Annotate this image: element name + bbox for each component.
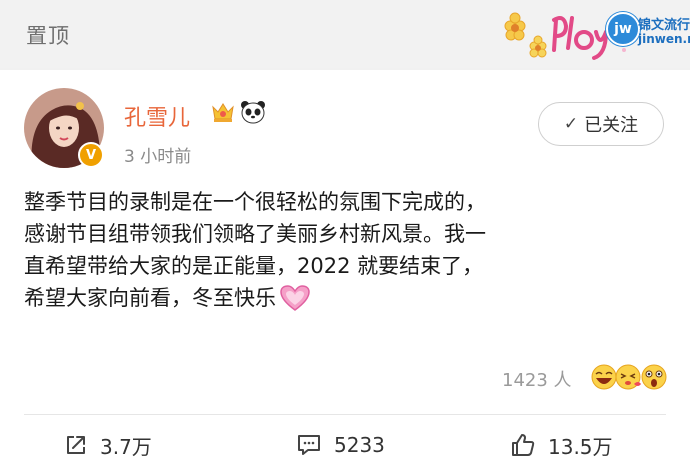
post-body-line: 整季节目的录制是在一个很轻松的氛围下完成的， [24, 190, 486, 214]
reaction-emojis[interactable] [590, 362, 670, 392]
reaction-count[interactable]: 1423 人 [502, 366, 572, 392]
post-body-line-text: 希望大家向前看，冬至快乐 [24, 286, 276, 310]
post-body-line: 感谢节目组带领我们领略了美丽乡村新风景。我一 [24, 222, 486, 246]
laugh-emoji [591, 364, 617, 390]
post-body-line-last: 希望大家向前看，冬至快乐 [24, 282, 668, 314]
panda-icon [241, 101, 265, 124]
post-body: 整季节目的录制是在一个很轻松的氛围下完成的， 感谢节目组带领我们领略了美丽乡村新… [24, 186, 668, 314]
post-body-line: 直希望带给大家的是正能量，2022 就要结束了， [24, 254, 484, 278]
post-time: 3 小时前 [124, 147, 192, 167]
watermark-site-name: 锦文流行语 [638, 18, 690, 33]
watermark: jw 锦文流行语 jinwen.net [606, 12, 690, 52]
comment-button[interactable]: 5233 [296, 430, 385, 460]
thumbs-up-icon [512, 434, 535, 456]
kiss-emoji [615, 364, 641, 390]
like-button[interactable]: 13.5万 [510, 430, 613, 460]
divider [24, 414, 666, 415]
post-card: V 孔雪儿 3 小时前 ✓ 已关注 整季节目的录制是在一个很轻松的氛围下完成的，… [0, 70, 690, 472]
comment-icon [298, 435, 320, 455]
heart-emoji [280, 285, 310, 311]
verified-badge-icon: V [78, 142, 104, 168]
follow-button-label: 已关注 [584, 115, 639, 136]
watermark-logo: jw [606, 12, 640, 46]
crown-icon [212, 103, 234, 122]
top-bar: 置顶 jw 锦文流行语 jinwen.net [0, 0, 690, 68]
comment-count: 5233 [334, 433, 385, 457]
author-name[interactable]: 孔雪儿 [124, 100, 190, 132]
like-count: 13.5万 [548, 434, 613, 459]
pinned-label: 置顶 [26, 24, 70, 48]
check-icon: ✓ [563, 114, 579, 134]
surprise-emoji [641, 364, 667, 390]
repost-button[interactable]: 3.7万 [64, 430, 152, 460]
share-icon [67, 436, 85, 454]
watermark-site-url: jinwen.net [638, 32, 690, 46]
follow-button[interactable]: ✓ 已关注 [538, 102, 664, 146]
repost-count: 3.7万 [100, 434, 152, 459]
